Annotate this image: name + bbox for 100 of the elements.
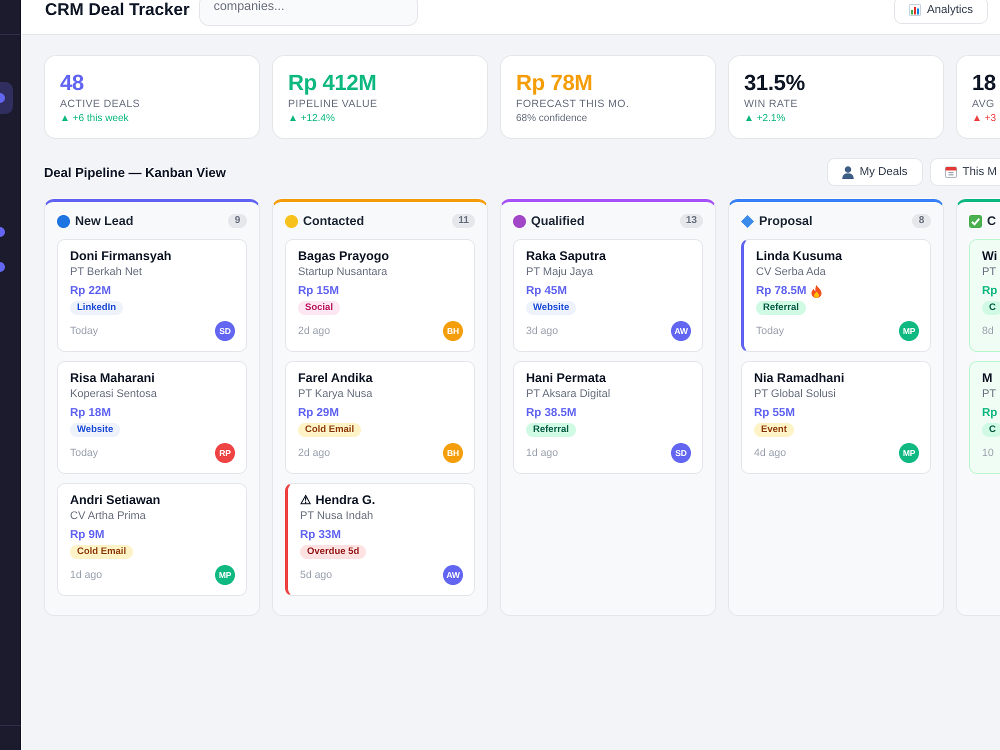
deal-value: Rp 29M: [298, 406, 339, 421]
contact-name: Farel Andika: [298, 370, 373, 386]
company-name: PT Karya Nusa: [298, 387, 372, 402]
company-name: PT: [982, 265, 996, 280]
company-name: CV Serba Ada: [756, 265, 826, 280]
company-name: PT Maju Jaya: [526, 265, 594, 280]
time-label: 2d ago: [298, 447, 330, 459]
source-tag: LinkedIn: [70, 301, 124, 315]
contact-name: ⚠ Hendra G.: [300, 492, 376, 508]
analytics-button[interactable]: Analytics: [894, 0, 988, 24]
deal-card[interactable]: Wi PT Rp C 8d: [969, 239, 1000, 352]
count-badge: 8: [912, 214, 931, 228]
nav-item[interactable]: [0, 82, 13, 114]
stat-change: ▲ +3: [972, 112, 996, 126]
source-tag: Event: [754, 423, 794, 437]
company-name: CV Artha Prima: [70, 509, 146, 524]
time-label: 1d ago: [526, 447, 558, 459]
source-tag: C: [982, 301, 1000, 315]
column-title: Contacted: [303, 214, 364, 228]
avatar: AW: [443, 565, 463, 585]
stat-value: Rp 78M: [516, 70, 592, 96]
deal-card[interactable]: M PT Rp C 10: [969, 361, 1000, 474]
time-label: Today: [70, 447, 98, 459]
avatar: MP: [899, 321, 919, 341]
stat-label: PIPELINE VALUE: [288, 97, 378, 111]
bar-chart-icon: [908, 4, 921, 16]
deal-card[interactable]: Hani Permata PT Aksara Digital Rp 38.5M Referral 1d ago SD: [513, 361, 703, 474]
column-title: C: [987, 214, 996, 228]
nav-icon[interactable]: [0, 227, 5, 237]
deal-value: Rp 33M: [300, 528, 341, 543]
company-name: Koperasi Sentosa: [70, 387, 157, 402]
count-badge: 13: [680, 214, 703, 228]
column-title: Proposal: [759, 214, 812, 228]
time-label: 10: [982, 447, 994, 459]
contact-name: M: [982, 370, 992, 386]
filter-button[interactable]: This M: [930, 158, 1000, 186]
contact-name: Linda Kusuma: [756, 248, 842, 264]
flame-icon: [810, 284, 822, 298]
deal-card[interactable]: Nia Ramadhani PT Global Solusi Rp 55M Event 4d ago MP: [741, 361, 931, 474]
deal-value: Rp 45M: [526, 284, 567, 299]
deal-value: Rp 22M: [70, 284, 111, 299]
count-badge: 11: [452, 214, 475, 228]
deal-value: Rp 18M: [70, 406, 111, 421]
contact-name: Doni Firmansyah: [70, 248, 172, 264]
company-name: PT Berkah Net: [70, 265, 142, 280]
app-title: CRM Deal Tracker: [45, 0, 190, 20]
deal-card[interactable]: Andri Setiawan CV Artha Prima Rp 9M Cold Email 1d ago MP: [57, 483, 247, 596]
stat-value: 48: [60, 70, 84, 96]
search-field[interactable]: companies...: [198, 0, 418, 26]
source-tag: Website: [526, 301, 576, 315]
deal-value: Rp 78.5M: [756, 284, 806, 299]
source-tag: Social: [298, 301, 340, 315]
time-label: 5d ago: [300, 569, 332, 581]
source-tag: Website: [70, 423, 120, 437]
deal-card[interactable]: Doni Firmansyah PT Berkah Net Rp 22M LinkedIn Today SD: [57, 239, 247, 352]
column-title: New Lead: [75, 214, 134, 228]
company-name: PT: [982, 387, 996, 402]
deal-value: Rp 55M: [754, 406, 795, 421]
nav-icon[interactable]: [0, 262, 5, 272]
time-label: 1d ago: [70, 569, 102, 581]
source-tag: Cold Email: [298, 423, 362, 437]
deal-card[interactable]: ⚠ Hendra G. PT Nusa Indah Rp 33M Overdue 5d 5d ago AW: [285, 483, 475, 596]
avatar: AW: [671, 321, 691, 341]
stat-change: ▲ +6 this week: [60, 112, 129, 126]
deal-card[interactable]: Bagas Prayogo Startup Nusantara Rp 15M Social 2d ago BH: [285, 239, 475, 352]
stat-value: Rp 412M: [288, 70, 376, 96]
source-tag: Referral: [756, 301, 806, 315]
avatar: BH: [443, 321, 463, 341]
contact-name: Hani Permata: [526, 370, 606, 386]
column-title: Qualified: [531, 214, 584, 228]
deal-value: Rp 15M: [298, 284, 339, 299]
nav-icon: [0, 93, 5, 103]
deal-card[interactable]: Farel Andika PT Karya Nusa Rp 29M Cold Email 2d ago BH: [285, 361, 475, 474]
stat-change: ▲ +12.4%: [288, 112, 335, 126]
deal-card[interactable]: Linda Kusuma CV Serba Ada Rp 78.5M Referral Today MP: [741, 239, 931, 352]
stat-label: AVG: [972, 97, 995, 111]
deal-value: Rp: [982, 284, 998, 299]
avatar: SD: [671, 443, 691, 463]
source-tag: C: [982, 423, 1000, 437]
source-tag: Cold Email: [70, 545, 134, 559]
time-label: 2d ago: [298, 325, 330, 337]
contact-name: Bagas Prayogo: [298, 248, 390, 264]
contact-name: Raka Saputra: [526, 248, 606, 264]
section-title: Deal Pipeline — Kanban View: [44, 164, 226, 180]
deal-value: Rp: [982, 406, 998, 421]
filter-button[interactable]: My Deals: [826, 158, 922, 186]
avatar: SD: [215, 321, 235, 341]
stat-change: 68% confidence: [516, 112, 588, 126]
stat-label: WIN RATE: [744, 97, 798, 111]
deal-card[interactable]: Risa Maharani Koperasi Sentosa Rp 18M Website Today RP: [57, 361, 247, 474]
deal-card[interactable]: Raka Saputra PT Maju Jaya Rp 45M Website 3d ago AW: [513, 239, 703, 352]
time-label: 4d ago: [754, 447, 786, 459]
stat-value: 31.5%: [744, 70, 805, 96]
count-badge: 9: [228, 214, 247, 228]
deal-value: Rp 38.5M: [526, 406, 576, 421]
contact-name: Andri Setiawan: [70, 492, 160, 508]
source-tag: Referral: [526, 423, 576, 437]
time-label: 3d ago: [526, 325, 558, 337]
company-name: PT Nusa Indah: [300, 509, 374, 524]
avatar: MP: [899, 443, 919, 463]
